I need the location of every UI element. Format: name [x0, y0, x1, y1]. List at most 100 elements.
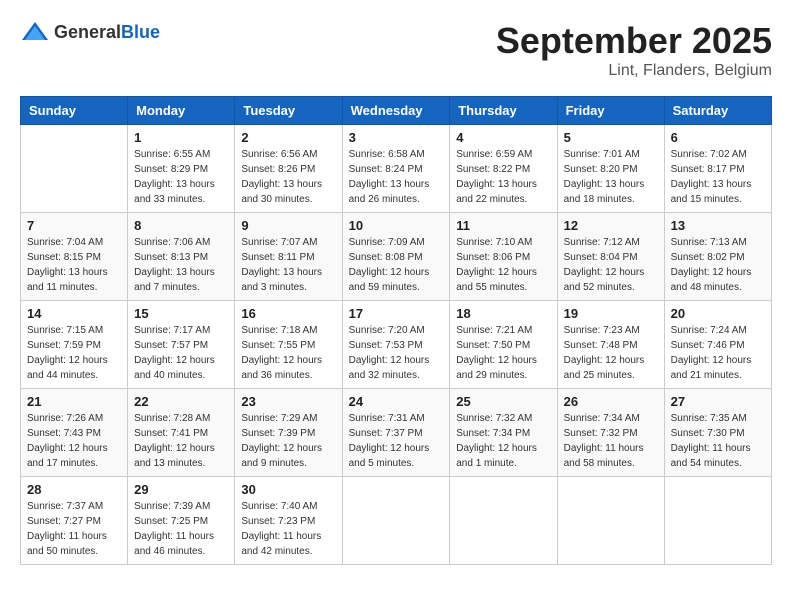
calendar-cell: 12 Sunrise: 7:12 AM Sunset: 8:04 PM Dayli… — [557, 213, 664, 301]
day-info: Sunrise: 7:09 AM Sunset: 8:08 PM Dayligh… — [349, 235, 444, 295]
calendar-cell: 10 Sunrise: 7:09 AM Sunset: 8:08 PM Dayli… — [342, 213, 450, 301]
day-number: 13 — [671, 218, 765, 233]
day-number: 30 — [241, 482, 335, 497]
calendar-cell — [21, 125, 128, 213]
calendar-cell: 4 Sunrise: 6:59 AM Sunset: 8:22 PM Daylig… — [450, 125, 557, 213]
month-title: September 2025 — [496, 20, 772, 62]
calendar-cell: 11 Sunrise: 7:10 AM Sunset: 8:06 PM Dayli… — [450, 213, 557, 301]
day-number: 23 — [241, 394, 335, 409]
day-number: 27 — [671, 394, 765, 409]
calendar-cell: 26 Sunrise: 7:34 AM Sunset: 7:32 PM Dayli… — [557, 389, 664, 477]
day-number: 10 — [349, 218, 444, 233]
logo-blue: Blue — [121, 22, 160, 42]
day-number: 7 — [27, 218, 121, 233]
day-number: 1 — [134, 130, 228, 145]
calendar-cell: 15Sunrise: 7:17 AM Sunset: 7:57 PM Dayli… — [128, 301, 235, 389]
day-info: Sunrise: 7:04 AM Sunset: 8:15 PM Dayligh… — [27, 235, 121, 295]
calendar-cell: 14 Sunrise: 7:15 AM Sunset: 7:59 PM Dayli… — [21, 301, 128, 389]
calendar-cell: 21Sunrise: 7:26 AM Sunset: 7:43 PM Dayli… — [21, 389, 128, 477]
day-info: Sunrise: 7:34 AM Sunset: 7:32 PM Dayligh… — [564, 411, 658, 471]
day-info: Sunrise: 6:59 AM Sunset: 8:22 PM Dayligh… — [456, 147, 550, 207]
calendar-cell — [557, 477, 664, 565]
day-number: 5 — [564, 130, 658, 145]
calendar-table: SundayMondayTuesdayWednesdayThursdayFrid… — [20, 96, 772, 565]
calendar-cell: 20Sunrise: 7:24 AM Sunset: 7:46 PM Dayli… — [664, 301, 771, 389]
calendar-cell: 28 Sunrise: 7:37 AM Sunset: 7:27 PM Dayli… — [21, 477, 128, 565]
calendar-cell: 9Sunrise: 7:07 AM Sunset: 8:11 PM Daylig… — [235, 213, 342, 301]
day-info: Sunrise: 7:06 AM Sunset: 8:13 PM Dayligh… — [134, 235, 228, 295]
day-info: Sunrise: 7:12 AM Sunset: 8:04 PM Dayligh… — [564, 235, 658, 295]
calendar-week-row: 1 Sunrise: 6:55 AM Sunset: 8:29 PM Daylig… — [21, 125, 772, 213]
calendar-cell: 23 Sunrise: 7:29 AM Sunset: 7:39 PM Dayli… — [235, 389, 342, 477]
calendar-week-row: 14 Sunrise: 7:15 AM Sunset: 7:59 PM Dayli… — [21, 301, 772, 389]
calendar-cell: 24 Sunrise: 7:31 AM Sunset: 7:37 PM Dayli… — [342, 389, 450, 477]
day-number: 2 — [241, 130, 335, 145]
day-info: Sunrise: 7:28 AM Sunset: 7:41 PM Dayligh… — [134, 411, 228, 471]
col-header-wednesday: Wednesday — [342, 97, 450, 125]
calendar-cell: 16Sunrise: 7:18 AM Sunset: 7:55 PM Dayli… — [235, 301, 342, 389]
day-number: 24 — [349, 394, 444, 409]
day-info: Sunrise: 6:56 AM Sunset: 8:26 PM Dayligh… — [241, 147, 335, 207]
calendar-cell: 27 Sunrise: 7:35 AM Sunset: 7:30 PM Dayli… — [664, 389, 771, 477]
calendar-cell: 2 Sunrise: 6:56 AM Sunset: 8:26 PM Daylig… — [235, 125, 342, 213]
col-header-tuesday: Tuesday — [235, 97, 342, 125]
calendar-cell: 8 Sunrise: 7:06 AM Sunset: 8:13 PM Daylig… — [128, 213, 235, 301]
day-number: 4 — [456, 130, 550, 145]
calendar-cell — [342, 477, 450, 565]
day-number: 9 — [241, 218, 335, 233]
day-number: 29 — [134, 482, 228, 497]
calendar-cell: 30 Sunrise: 7:40 AM Sunset: 7:23 PM Dayli… — [235, 477, 342, 565]
calendar-cell: 22Sunrise: 7:28 AM Sunset: 7:41 PM Dayli… — [128, 389, 235, 477]
day-number: 17 — [349, 306, 444, 321]
col-header-sunday: Sunday — [21, 97, 128, 125]
col-header-friday: Friday — [557, 97, 664, 125]
day-info: Sunrise: 7:13 AM Sunset: 8:02 PM Dayligh… — [671, 235, 765, 295]
day-info: Sunrise: 7:31 AM Sunset: 7:37 PM Dayligh… — [349, 411, 444, 471]
day-number: 14 — [27, 306, 121, 321]
day-info: Sunrise: 7:15 AM Sunset: 7:59 PM Dayligh… — [27, 323, 121, 383]
day-number: 11 — [456, 218, 550, 233]
calendar-cell: 3Sunrise: 6:58 AM Sunset: 8:24 PM Daylig… — [342, 125, 450, 213]
day-info: Sunrise: 7:23 AM Sunset: 7:48 PM Dayligh… — [564, 323, 658, 383]
calendar-cell: 17Sunrise: 7:20 AM Sunset: 7:53 PM Dayli… — [342, 301, 450, 389]
calendar-week-row: 21Sunrise: 7:26 AM Sunset: 7:43 PM Dayli… — [21, 389, 772, 477]
day-info: Sunrise: 7:40 AM Sunset: 7:23 PM Dayligh… — [241, 499, 335, 559]
calendar-cell: 19 Sunrise: 7:23 AM Sunset: 7:48 PM Dayli… — [557, 301, 664, 389]
day-number: 12 — [564, 218, 658, 233]
calendar-cell — [664, 477, 771, 565]
day-info: Sunrise: 7:35 AM Sunset: 7:30 PM Dayligh… — [671, 411, 765, 471]
day-number: 28 — [27, 482, 121, 497]
calendar-cell — [450, 477, 557, 565]
logo-general: General — [54, 22, 121, 42]
day-number: 16 — [241, 306, 335, 321]
day-info: Sunrise: 7:32 AM Sunset: 7:34 PM Dayligh… — [456, 411, 550, 471]
day-info: Sunrise: 7:37 AM Sunset: 7:27 PM Dayligh… — [27, 499, 121, 559]
logo: GeneralBlue — [20, 20, 160, 44]
calendar-cell: 7 Sunrise: 7:04 AM Sunset: 8:15 PM Daylig… — [21, 213, 128, 301]
day-info: Sunrise: 7:02 AM Sunset: 8:17 PM Dayligh… — [671, 147, 765, 207]
day-number: 20 — [671, 306, 765, 321]
logo-icon — [20, 20, 50, 44]
title-block: September 2025 Lint, Flanders, Belgium — [496, 20, 772, 80]
day-info: Sunrise: 6:55 AM Sunset: 8:29 PM Dayligh… — [134, 147, 228, 207]
day-number: 25 — [456, 394, 550, 409]
day-number: 8 — [134, 218, 228, 233]
day-info: Sunrise: 7:21 AM Sunset: 7:50 PM Dayligh… — [456, 323, 550, 383]
calendar-cell: 29 Sunrise: 7:39 AM Sunset: 7:25 PM Dayli… — [128, 477, 235, 565]
col-header-thursday: Thursday — [450, 97, 557, 125]
day-info: Sunrise: 7:10 AM Sunset: 8:06 PM Dayligh… — [456, 235, 550, 295]
calendar-cell: 6Sunrise: 7:02 AM Sunset: 8:17 PM Daylig… — [664, 125, 771, 213]
calendar-cell: 25 Sunrise: 7:32 AM Sunset: 7:34 PM Dayli… — [450, 389, 557, 477]
day-number: 19 — [564, 306, 658, 321]
calendar-cell: 1 Sunrise: 6:55 AM Sunset: 8:29 PM Daylig… — [128, 125, 235, 213]
calendar-header-row: SundayMondayTuesdayWednesdayThursdayFrid… — [21, 97, 772, 125]
calendar-cell: 5Sunrise: 7:01 AM Sunset: 8:20 PM Daylig… — [557, 125, 664, 213]
day-info: Sunrise: 7:26 AM Sunset: 7:43 PM Dayligh… — [27, 411, 121, 471]
day-info: Sunrise: 7:39 AM Sunset: 7:25 PM Dayligh… — [134, 499, 228, 559]
calendar-week-row: 28 Sunrise: 7:37 AM Sunset: 7:27 PM Dayli… — [21, 477, 772, 565]
calendar-cell: 13 Sunrise: 7:13 AM Sunset: 8:02 PM Dayli… — [664, 213, 771, 301]
day-number: 26 — [564, 394, 658, 409]
day-info: Sunrise: 7:29 AM Sunset: 7:39 PM Dayligh… — [241, 411, 335, 471]
col-header-monday: Monday — [128, 97, 235, 125]
location-title: Lint, Flanders, Belgium — [496, 62, 772, 80]
